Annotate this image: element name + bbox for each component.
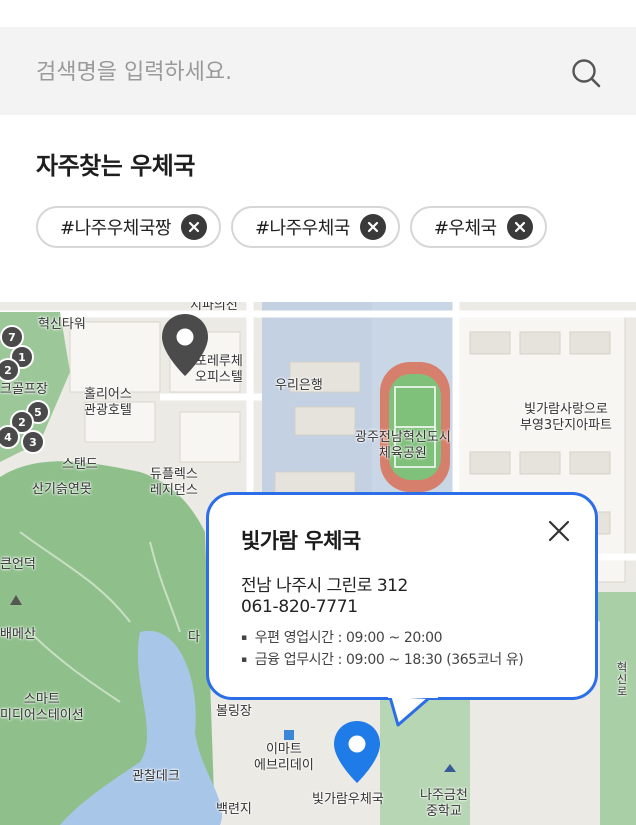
map-label: 관찰데크: [132, 769, 180, 784]
chip-label: #우체국: [433, 218, 497, 239]
map-label: 혁신로: [617, 661, 628, 698]
map-label: 혁신타워: [38, 317, 86, 332]
map-label: 백련지: [216, 802, 252, 817]
postal-hours: 우편 영업시간 : 09:00 ~ 20:00: [241, 627, 523, 649]
map-label: 배메산: [0, 627, 36, 642]
close-circle-icon[interactable]: [359, 214, 386, 240]
favorite-chip[interactable]: #나주우체국: [230, 206, 400, 248]
cluster-count: 7: [8, 331, 16, 344]
chip-label: #나주우체국: [254, 218, 350, 239]
cluster-count: 3: [29, 436, 37, 449]
search-icon[interactable]: [566, 53, 606, 93]
search-input[interactable]: [34, 51, 538, 93]
map-label: 이마트 에브리데이: [254, 742, 314, 773]
map-label: 빛가람사랑으로 부영3단지아파트: [520, 402, 612, 433]
map-label: 우리은행: [275, 378, 323, 393]
cluster-count: 4: [4, 431, 12, 444]
map-label: 빛가람우체국: [312, 792, 384, 807]
close-circle-icon[interactable]: [506, 214, 533, 240]
favorite-chip[interactable]: #나주우체국짱: [36, 206, 221, 248]
favorite-chips: #나주우체국짱 #나주우체국 #우체국: [36, 206, 547, 248]
popup-tail: [388, 695, 438, 727]
favorite-chip[interactable]: #우체국: [409, 206, 547, 248]
search-bar: [0, 27, 636, 115]
map-label: 스마트 미디어스테이션: [0, 692, 84, 723]
close-icon[interactable]: [545, 517, 573, 545]
favorites-title: 자주찾는 우체국: [36, 152, 195, 180]
map-label: 다: [188, 630, 200, 645]
map-label: 스탠드: [62, 457, 98, 472]
cluster-count: 2: [4, 364, 12, 377]
map-label: 큰언덕: [0, 557, 36, 572]
chip-label: #나주우체국짱: [60, 218, 171, 239]
map-label: 볼링장: [216, 704, 252, 719]
cluster-count: 5: [34, 406, 42, 419]
map-label: 크골프장: [0, 382, 48, 397]
map-label: 나주금천 중학교: [420, 788, 468, 819]
map-label: 듀플렉스 레지던스: [150, 467, 198, 498]
popup-title: 빛가람 우체국: [241, 529, 361, 553]
cluster-count: 1: [18, 351, 26, 364]
map-label: 산기슭연못: [32, 482, 92, 497]
popup-address: 전남 나주시 그린로 312: [241, 576, 408, 596]
map-pin-icon[interactable]: [160, 312, 210, 378]
map-label: 홀리어스 관광호텔: [84, 387, 132, 418]
banking-hours: 금융 업무시간 : 09:00 ~ 18:30 (365코너 유): [241, 649, 524, 671]
map-label: 광주전남혁신도시 체육공원: [355, 430, 451, 461]
post-office-info-popup: 빛가람 우체국 전남 나주시 그린로 312 061-820-7771 우편 영…: [206, 492, 598, 700]
cluster-count: 2: [18, 416, 26, 429]
popup-phone[interactable]: 061-820-7771: [241, 597, 358, 617]
close-circle-icon[interactable]: [180, 214, 207, 240]
selected-location-pin-icon[interactable]: [332, 719, 382, 785]
popup-hours: 우편 영업시간 : 09:00 ~ 20:00 금융 업무시간 : 09:00 …: [241, 627, 524, 671]
